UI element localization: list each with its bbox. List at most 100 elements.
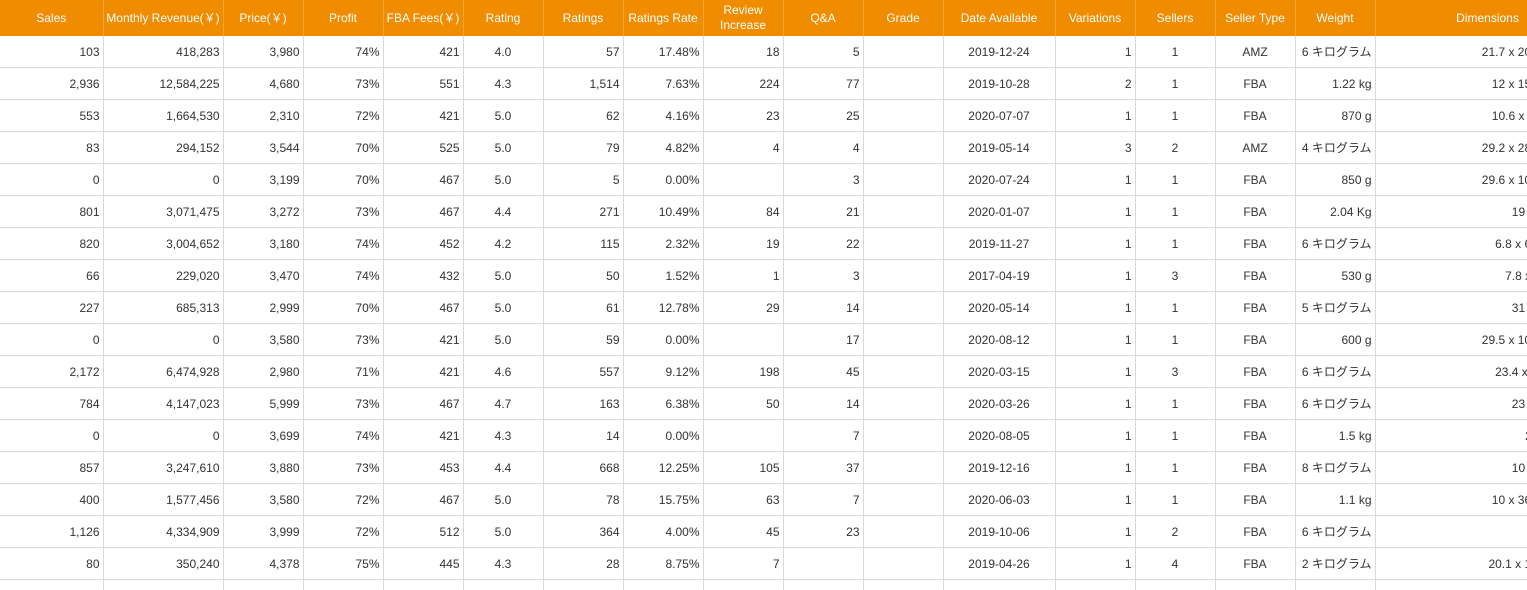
cell-rating[interactable]: 4.3 xyxy=(463,67,544,100)
cell-ratings[interactable]: 61 xyxy=(543,291,624,324)
cell-sellers[interactable]: 1 xyxy=(1135,67,1216,100)
cell-fba-fees[interactable]: 421 xyxy=(383,99,464,132)
cell-ratings-rate[interactable]: 8.75% xyxy=(623,547,704,580)
cell-profit[interactable]: 70% xyxy=(303,131,384,164)
table-row[interactable]: 227 685,313 2,999 70% 467 5.0 61 12.78% 29 14 2020… xyxy=(0,291,1527,324)
cell-seller-type[interactable]: FBA xyxy=(1215,419,1296,452)
cell-qa[interactable]: 14 xyxy=(783,291,864,324)
cell-dimensions[interactable]: 6.8 x 6.8 x 26.5 cm xyxy=(1375,227,1527,260)
cell-fba-fees[interactable]: 467 xyxy=(383,291,464,324)
cell-variations[interactable]: 1 xyxy=(1055,451,1136,484)
cell-variations[interactable]: 1 xyxy=(1055,36,1136,68)
cell-monthly-revenue[interactable]: 0 xyxy=(103,163,224,196)
cell-qa[interactable]: 23 xyxy=(783,515,864,548)
cell-seller-type[interactable]: FBA xyxy=(1215,483,1296,516)
cell-sellers[interactable]: 1 xyxy=(1135,195,1216,228)
cell-dimensions[interactable]: 29.6 x 10.4 x 10.2 cm xyxy=(1375,163,1527,196)
cell-variations[interactable]: 1 xyxy=(1055,195,1136,228)
cell-grade[interactable] xyxy=(863,547,944,580)
cell-review-increase[interactable]: 63 xyxy=(703,483,784,516)
cell-weight[interactable]: 1.5 kg xyxy=(1295,419,1376,452)
cell-monthly-revenue[interactable]: 0 xyxy=(103,419,224,452)
cell-price[interactable]: 4,680 xyxy=(223,67,304,100)
column-header-date-available[interactable]: Date Available xyxy=(943,0,1056,36)
cell-date-available[interactable]: 2020-08-12 xyxy=(943,323,1056,356)
cell-price[interactable]: 3,999 xyxy=(223,515,304,548)
cell-ratings-rate[interactable]: 4.82% xyxy=(623,131,704,164)
cell-rating[interactable]: 5.0 xyxy=(463,99,544,132)
cell-qa[interactable]: 5 xyxy=(783,36,864,68)
column-header-rating[interactable]: Rating xyxy=(463,0,544,36)
cell-ratings[interactable]: 28 xyxy=(543,547,624,580)
cell-date-available[interactable]: 2020-07-24 xyxy=(943,163,1056,196)
cell-rating[interactable]: 4.3 xyxy=(463,419,544,452)
cell-variations[interactable]: 1 xyxy=(1055,99,1136,132)
cell-ratings-rate[interactable]: 12.25% xyxy=(623,451,704,484)
cell-profit[interactable]: 71% xyxy=(303,355,384,388)
cell-profit[interactable]: 74% xyxy=(303,36,384,68)
cell-ratings[interactable]: 668 xyxy=(543,451,624,484)
cell-grade[interactable] xyxy=(863,483,944,516)
cell-seller-type[interactable]: AMZ xyxy=(1215,36,1296,68)
table-row[interactable]: 801 3,071,475 3,272 73% 467 4.4 271 10.49% 84 21 2… xyxy=(0,195,1527,228)
cell-qa[interactable] xyxy=(783,547,864,580)
cell-date-available[interactable]: 2019-12-24 xyxy=(943,36,1056,68)
cell-rating[interactable]: 5.0 xyxy=(463,163,544,196)
cell-sellers[interactable]: 1 xyxy=(1135,163,1216,196)
cell-grade[interactable] xyxy=(863,227,944,260)
cell-ratings[interactable]: 1,514 xyxy=(543,67,624,100)
cell-weight[interactable]: 850 g xyxy=(1295,163,1376,196)
cell-ratings-rate[interactable]: 6.38% xyxy=(623,387,704,420)
cell-seller-type[interactable]: AMZ xyxy=(1215,131,1296,164)
cell-ratings[interactable]: 557 xyxy=(543,355,624,388)
cell-price[interactable]: 3,544 xyxy=(223,131,304,164)
cell-review-increase[interactable]: 23 xyxy=(703,99,784,132)
cell-rating[interactable]: 4.2 xyxy=(463,227,544,260)
cell-variations[interactable]: 1 xyxy=(1055,387,1136,420)
cell-sales[interactable]: 857 xyxy=(0,451,104,484)
cell-sellers[interactable]: 3 xyxy=(1135,259,1216,292)
cell-review-increase[interactable]: 105 xyxy=(703,451,784,484)
cell-grade[interactable] xyxy=(863,291,944,324)
cell-date-available[interactable]: 2017-04-19 xyxy=(943,259,1056,292)
cell-fba-fees[interactable]: 467 xyxy=(383,483,464,516)
column-header-dimensions[interactable]: Dimensions xyxy=(1375,0,1527,36)
cell-review-increase[interactable]: 29 xyxy=(703,291,784,324)
cell-review-increase[interactable] xyxy=(703,163,784,196)
cell-dimensions[interactable]: 10 x 36.2 x 10.7 cm xyxy=(1375,483,1527,516)
cell-profit[interactable]: 74% xyxy=(303,419,384,452)
cell-price[interactable]: 3,180 xyxy=(223,227,304,260)
cell-review-increase[interactable]: 18 xyxy=(703,36,784,68)
cell-date-available[interactable]: 2019-12-16 xyxy=(943,451,1056,484)
cell-rating[interactable]: 4.3 xyxy=(463,547,544,580)
cell-price[interactable]: 3,580 xyxy=(223,323,304,356)
cell-ratings-rate[interactable]: 0.00% xyxy=(623,323,704,356)
cell-variations[interactable]: 1 xyxy=(1055,483,1136,516)
cell-ratings[interactable]: 163 xyxy=(543,387,624,420)
cell-grade[interactable] xyxy=(863,451,944,484)
cell-review-increase[interactable]: 19 xyxy=(703,227,784,260)
cell-fba-fees[interactable]: 445 xyxy=(383,547,464,580)
column-header-ratings[interactable]: Ratings xyxy=(543,0,624,36)
cell-sales[interactable]: 553 xyxy=(0,99,104,132)
cell-price[interactable]: 3,980 xyxy=(223,36,304,68)
cell-date-available[interactable]: 2019-04-26 xyxy=(943,547,1056,580)
cell-sales[interactable]: 0 xyxy=(0,419,104,452)
cell-ratings[interactable]: 79 xyxy=(543,131,624,164)
cell-fba-fees[interactable]: 452 xyxy=(383,227,464,260)
cell-date-available[interactable]: 2020-08-05 xyxy=(943,419,1056,452)
cell-ratings[interactable]: 115 xyxy=(543,227,624,260)
cell-sales[interactable]: 227 xyxy=(0,291,104,324)
column-header-fba-fees[interactable]: FBA Fees(￥) xyxy=(383,0,464,36)
cell-seller-type[interactable]: FBA xyxy=(1215,355,1296,388)
cell-date-available[interactable]: 2020-01-07 xyxy=(943,195,1056,228)
cell-ratings-rate[interactable]: 4.16% xyxy=(623,99,704,132)
column-header-variations[interactable]: Variations xyxy=(1055,0,1136,36)
cell-ratings-rate[interactable]: 4.00% xyxy=(623,515,704,548)
cell-sellers[interactable]: 1 xyxy=(1135,419,1216,452)
cell-ratings-rate[interactable]: 9.12% xyxy=(623,355,704,388)
cell-price[interactable]: 2,980 xyxy=(223,355,304,388)
cell-variations[interactable]: 1 xyxy=(1055,291,1136,324)
cell-profit[interactable]: 72% xyxy=(303,483,384,516)
cell-variations[interactable]: 1 xyxy=(1055,323,1136,356)
